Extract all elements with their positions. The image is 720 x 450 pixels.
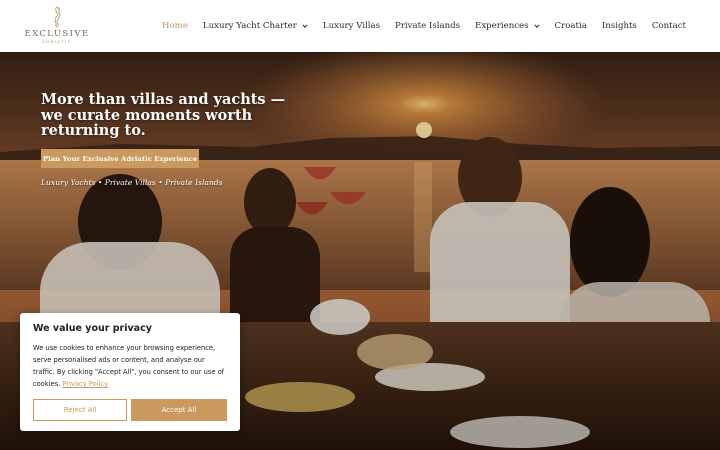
cookie-title: We value your privacy — [33, 323, 152, 334]
nav-label: Experiences — [475, 21, 529, 31]
cookie-buttons: Reject All Accept All — [33, 399, 227, 421]
reject-all-button[interactable]: Reject All — [33, 399, 127, 421]
cookie-consent-dialog: We value your privacy We use cookies to … — [20, 313, 240, 431]
main-nav: Home Luxury Yacht Charter Luxury Villas … — [147, 0, 686, 52]
logo-subtitle: ADRIATIC — [42, 40, 72, 44]
seahorse-icon — [54, 6, 61, 27]
site-header: EXCLUSIVE ADRIATIC Home Luxury Yacht Cha… — [0, 0, 720, 52]
nav-label: Croatia — [554, 21, 587, 31]
nav-item-experiences[interactable]: Experiences — [475, 21, 540, 31]
nav-label: Home — [162, 21, 188, 31]
chevron-down-icon — [533, 24, 540, 28]
logo-title: EXCLUSIVE — [24, 29, 90, 39]
nav-label: Private Islands — [395, 21, 461, 31]
privacy-policy-link[interactable]: Privacy Policy — [62, 380, 108, 388]
logo[interactable]: EXCLUSIVE ADRIATIC — [24, 6, 88, 48]
nav-item-luxury-yacht-charter[interactable]: Luxury Yacht Charter — [203, 21, 308, 31]
nav-item-home[interactable]: Home — [162, 21, 188, 31]
nav-label: Insights — [601, 21, 637, 31]
chevron-down-icon — [302, 24, 308, 28]
nav-label: Luxury Villas — [322, 21, 381, 31]
nav-item-croatia[interactable]: Croatia — [555, 21, 587, 31]
cookie-text: We use cookies to enhance your browsing … — [33, 342, 227, 390]
plan-experience-button[interactable]: Plan Your Exclusive Adriatic Experience — [41, 149, 199, 168]
hero-tagline: Luxury Yachts • Private Villas • Private… — [41, 178, 223, 187]
nav-item-insights[interactable]: Insights — [602, 21, 637, 31]
nav-label: Contact — [651, 21, 686, 31]
hero-title: More than villas and yachts — we curate … — [41, 91, 286, 139]
nav-label: Luxury Yacht Charter — [202, 21, 297, 31]
accept-all-button[interactable]: Accept All — [131, 399, 227, 421]
nav-item-private-islands[interactable]: Private Islands — [395, 21, 460, 31]
nav-item-contact[interactable]: Contact — [652, 21, 686, 31]
nav-item-luxury-villas[interactable]: Luxury Villas — [323, 21, 380, 31]
